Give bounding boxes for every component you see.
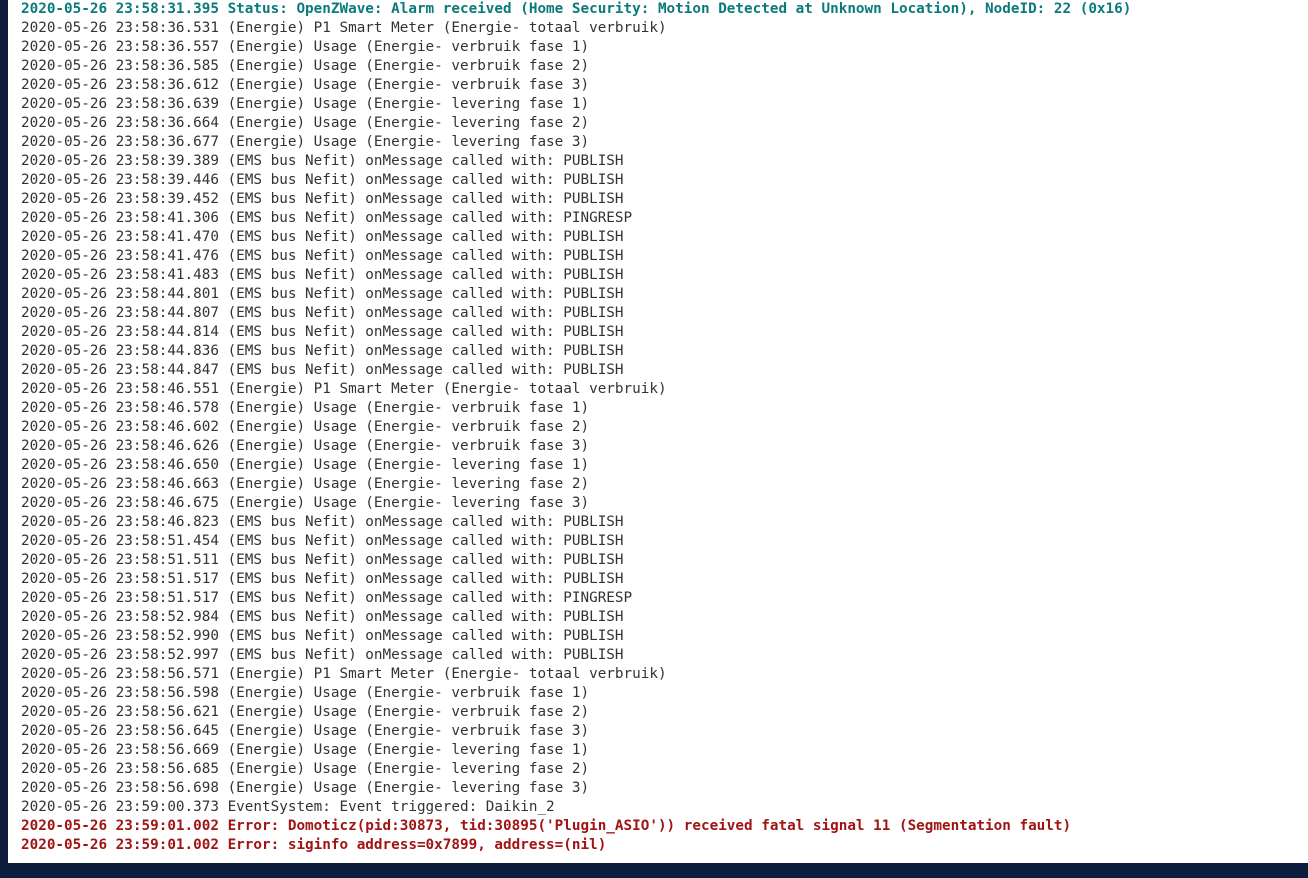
log-line: 2020-05-26 23:58:36.677 (Energie) Usage … <box>21 134 590 150</box>
log-line: 2020-05-26 23:58:52.997 (EMS bus Nefit) … <box>21 647 624 663</box>
log-list: 2020-05-26 23:58:31.395 Status: OpenZWav… <box>21 0 1131 855</box>
log-line: 2020-05-26 23:58:46.650 (Energie) Usage … <box>21 457 590 473</box>
log-line: 2020-05-26 23:58:56.571 (Energie) P1 Sma… <box>21 666 667 682</box>
log-line: 2020-05-26 23:58:46.663 (Energie) Usage … <box>21 476 590 492</box>
log-line-status: 2020-05-26 23:58:31.395 Status: OpenZWav… <box>21 1 1132 17</box>
log-line: 2020-05-26 23:58:46.626 (Energie) Usage … <box>21 438 590 454</box>
log-line: 2020-05-26 23:58:41.476 (EMS bus Nefit) … <box>21 248 624 264</box>
log-line: 2020-05-26 23:58:46.675 (Energie) Usage … <box>21 495 590 511</box>
log-line: 2020-05-26 23:58:39.389 (EMS bus Nefit) … <box>21 153 624 169</box>
log-line: 2020-05-26 23:58:52.984 (EMS bus Nefit) … <box>21 609 624 625</box>
log-line-error: 2020-05-26 23:59:01.002 Error: Domoticz(… <box>21 818 1072 834</box>
log-line: 2020-05-26 23:59:00.373 EventSystem: Eve… <box>21 799 555 815</box>
log-line: 2020-05-26 23:58:41.306 (EMS bus Nefit) … <box>21 210 633 226</box>
log-panel[interactable]: 2020-05-26 23:58:31.395 Status: OpenZWav… <box>8 0 1308 863</box>
log-line: 2020-05-26 23:58:56.645 (Energie) Usage … <box>21 723 590 739</box>
log-line: 2020-05-26 23:58:44.847 (EMS bus Nefit) … <box>21 362 624 378</box>
log-line: 2020-05-26 23:58:56.669 (Energie) Usage … <box>21 742 590 758</box>
log-line: 2020-05-26 23:58:51.517 (EMS bus Nefit) … <box>21 571 624 587</box>
log-line: 2020-05-26 23:58:56.621 (Energie) Usage … <box>21 704 590 720</box>
log-line: 2020-05-26 23:58:56.698 (Energie) Usage … <box>21 780 590 796</box>
log-line: 2020-05-26 23:58:36.531 (Energie) P1 Sma… <box>21 20 667 36</box>
window-frame-bottom <box>0 863 1308 878</box>
log-line: 2020-05-26 23:58:44.836 (EMS bus Nefit) … <box>21 343 624 359</box>
log-line: 2020-05-26 23:58:44.807 (EMS bus Nefit) … <box>21 305 624 321</box>
log-line: 2020-05-26 23:58:46.602 (Energie) Usage … <box>21 419 590 435</box>
log-line: 2020-05-26 23:58:51.454 (EMS bus Nefit) … <box>21 533 624 549</box>
log-line: 2020-05-26 23:58:41.483 (EMS bus Nefit) … <box>21 267 624 283</box>
log-line: 2020-05-26 23:58:46.551 (Energie) P1 Sma… <box>21 381 667 397</box>
log-line: 2020-05-26 23:58:56.685 (Energie) Usage … <box>21 761 590 777</box>
log-line: 2020-05-26 23:58:44.814 (EMS bus Nefit) … <box>21 324 624 340</box>
log-line: 2020-05-26 23:58:46.823 (EMS bus Nefit) … <box>21 514 624 530</box>
log-line: 2020-05-26 23:58:51.517 (EMS bus Nefit) … <box>21 590 633 606</box>
log-line: 2020-05-26 23:58:51.511 (EMS bus Nefit) … <box>21 552 624 568</box>
log-line: 2020-05-26 23:58:36.557 (Energie) Usage … <box>21 39 590 55</box>
log-line: 2020-05-26 23:58:52.990 (EMS bus Nefit) … <box>21 628 624 644</box>
window-frame-left <box>0 0 8 878</box>
log-line: 2020-05-26 23:58:36.612 (Energie) Usage … <box>21 77 590 93</box>
log-line: 2020-05-26 23:58:36.664 (Energie) Usage … <box>21 115 590 131</box>
log-line: 2020-05-26 23:58:44.801 (EMS bus Nefit) … <box>21 286 624 302</box>
log-line: 2020-05-26 23:58:39.446 (EMS bus Nefit) … <box>21 172 624 188</box>
log-line: 2020-05-26 23:58:39.452 (EMS bus Nefit) … <box>21 191 624 207</box>
log-line: 2020-05-26 23:58:36.639 (Energie) Usage … <box>21 96 590 112</box>
log-line: 2020-05-26 23:58:46.578 (Energie) Usage … <box>21 400 590 416</box>
log-line-error: 2020-05-26 23:59:01.002 Error: siginfo a… <box>21 837 607 853</box>
log-line: 2020-05-26 23:58:36.585 (Energie) Usage … <box>21 58 590 74</box>
log-line: 2020-05-26 23:58:56.598 (Energie) Usage … <box>21 685 590 701</box>
log-line: 2020-05-26 23:58:41.470 (EMS bus Nefit) … <box>21 229 624 245</box>
